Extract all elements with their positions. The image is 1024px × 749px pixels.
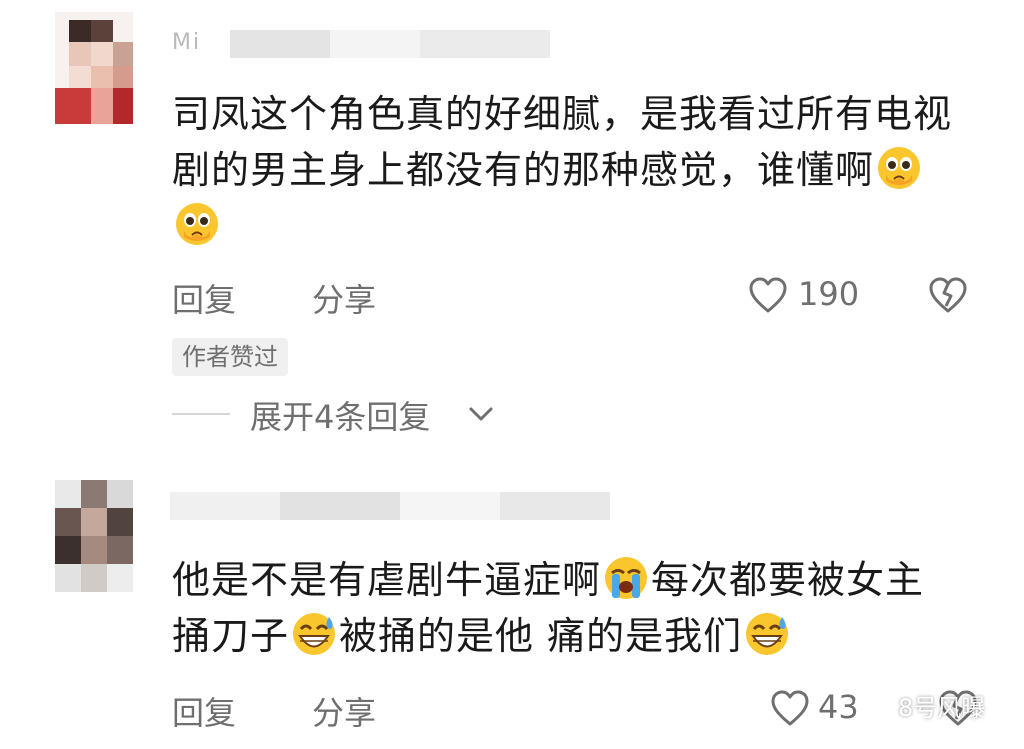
- like-count: 190: [798, 275, 860, 313]
- username-blurred[interactable]: [170, 30, 550, 58]
- divider: [172, 413, 230, 415]
- share-button[interactable]: 分享: [312, 275, 376, 321]
- comment-body-part1: 他是不是有虐剧牛逼症啊: [172, 558, 602, 602]
- watermark-text: 8号风曝: [898, 694, 986, 722]
- username-blurred[interactable]: [170, 492, 610, 520]
- pleading-crying-emoji: [174, 201, 220, 247]
- reply-button[interactable]: 回复: [172, 275, 236, 321]
- grinning-sweat-emoji: [291, 611, 337, 657]
- comment-1: Mi 司凤这个角色真的好细腻，是我看过所有电视剧的男主身上都没有的那种感觉，谁懂…: [0, 0, 1024, 450]
- heart-outline-icon[interactable]: [770, 689, 810, 731]
- avatar[interactable]: [55, 480, 133, 592]
- share-button[interactable]: 分享: [312, 688, 376, 734]
- chevron-down-icon[interactable]: [467, 402, 495, 430]
- heart-outline-icon[interactable]: [748, 276, 788, 318]
- author-liked-badge: 作者赞过: [172, 338, 288, 376]
- comment-body: 司凤这个角色真的好细腻，是我看过所有电视剧的男主身上都没有的那种感觉，谁懂啊: [172, 92, 953, 192]
- comment-text: 司凤这个角色真的好细腻，是我看过所有电视剧的男主身上都没有的那种感觉，谁懂啊: [172, 86, 962, 254]
- username[interactable]: Mi: [172, 30, 201, 55]
- loudly-crying-emoji: [603, 555, 649, 601]
- comment-body-part3: 被捅的是他 痛的是我们: [339, 614, 743, 658]
- pleading-crying-emoji: [876, 145, 922, 191]
- like-count: 43: [818, 688, 859, 726]
- broken-heart-icon[interactable]: [928, 276, 968, 318]
- grinning-sweat-emoji: [744, 611, 790, 657]
- wechat-icon: [854, 690, 894, 724]
- comment-text: 他是不是有虐剧牛逼症啊 每次都要被女主捅刀子 被捅的是他 痛的是我们: [172, 552, 962, 664]
- reply-button[interactable]: 回复: [172, 688, 236, 734]
- expand-replies-button[interactable]: 展开4条回复: [250, 392, 430, 438]
- avatar[interactable]: [55, 12, 133, 124]
